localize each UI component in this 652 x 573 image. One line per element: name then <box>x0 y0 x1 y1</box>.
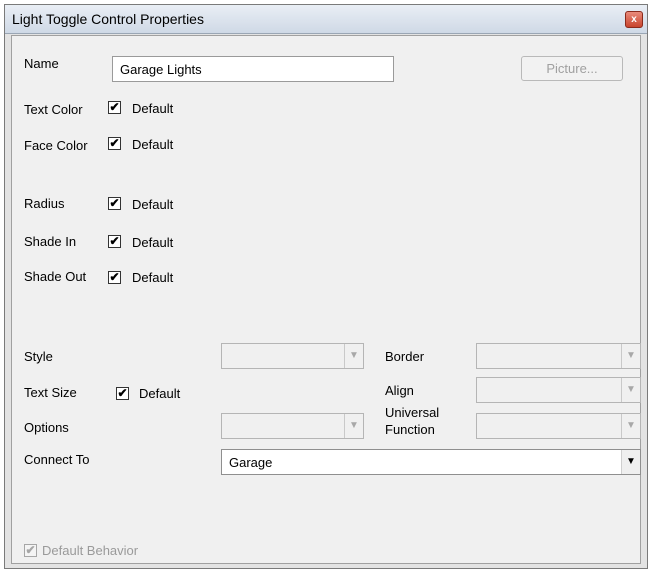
style-dropdown[interactable]: ▼ <box>221 343 364 369</box>
shade-out-default-label: Default <box>132 270 174 285</box>
shade-out-default-checkbox[interactable]: ✔ <box>108 271 121 284</box>
border-dropdown[interactable]: ▼ <box>476 343 641 369</box>
options-dropdown-arrow-icon: ▼ <box>344 414 363 438</box>
radius-label: Radius <box>24 196 65 211</box>
connect-to-dropdown-arrow-icon: ▼ <box>621 450 640 474</box>
options-label: Options <box>24 420 69 435</box>
radius-default-label: Default <box>132 197 174 212</box>
style-dropdown-arrow-icon: ▼ <box>344 344 363 368</box>
text-size-default-checkbox[interactable]: ✔ <box>116 387 129 400</box>
window-title: Light Toggle Control Properties <box>12 11 204 27</box>
face-color-label: Face Color <box>24 138 88 153</box>
connect-to-dropdown[interactable]: Garage ▼ <box>221 449 641 475</box>
face-color-default-checkbox[interactable]: ✔ <box>108 137 121 150</box>
border-dropdown-arrow-icon: ▼ <box>621 344 640 368</box>
style-label: Style <box>24 349 53 364</box>
shade-in-label: Shade In <box>24 234 77 249</box>
shade-out-label: Shade Out <box>24 269 87 284</box>
function-label: Function <box>385 422 435 437</box>
border-label: Border <box>385 349 425 364</box>
connect-to-label: Connect To <box>24 452 90 467</box>
name-input[interactable]: Garage Lights <box>112 56 394 82</box>
universal-label: Universal <box>385 405 440 420</box>
dialog-window: Light Toggle Control Properties x Name G… <box>4 4 648 569</box>
picture-button[interactable]: Picture... <box>521 56 623 81</box>
default-behavior-checkbox[interactable]: ✔ <box>24 544 37 557</box>
align-label: Align <box>385 383 414 398</box>
shade-in-default-checkbox[interactable]: ✔ <box>108 235 121 248</box>
align-dropdown-arrow-icon: ▼ <box>621 378 640 402</box>
text-color-default-checkbox[interactable]: ✔ <box>108 101 121 114</box>
name-input-value: Garage Lights <box>120 62 202 77</box>
text-size-label: Text Size <box>24 385 77 400</box>
text-color-default-label: Default <box>132 101 174 116</box>
text-size-default-label: Default <box>139 386 181 401</box>
name-label: Name <box>24 56 59 71</box>
properties-panel: Name Garage Lights Picture... Text Color… <box>11 35 641 564</box>
title-bar[interactable]: Light Toggle Control Properties x <box>5 5 647 34</box>
align-dropdown[interactable]: ▼ <box>476 377 641 403</box>
options-dropdown[interactable]: ▼ <box>221 413 364 439</box>
shade-in-default-label: Default <box>132 235 174 250</box>
text-color-label: Text Color <box>24 102 83 117</box>
universal-function-dropdown[interactable]: ▼ <box>476 413 641 439</box>
radius-default-checkbox[interactable]: ✔ <box>108 197 121 210</box>
face-color-default-label: Default <box>132 137 174 152</box>
connect-to-value: Garage <box>229 455 273 470</box>
close-button[interactable]: x <box>625 11 643 28</box>
universal-function-dropdown-arrow-icon: ▼ <box>621 414 640 438</box>
default-behavior-label: Default Behavior <box>42 543 139 558</box>
